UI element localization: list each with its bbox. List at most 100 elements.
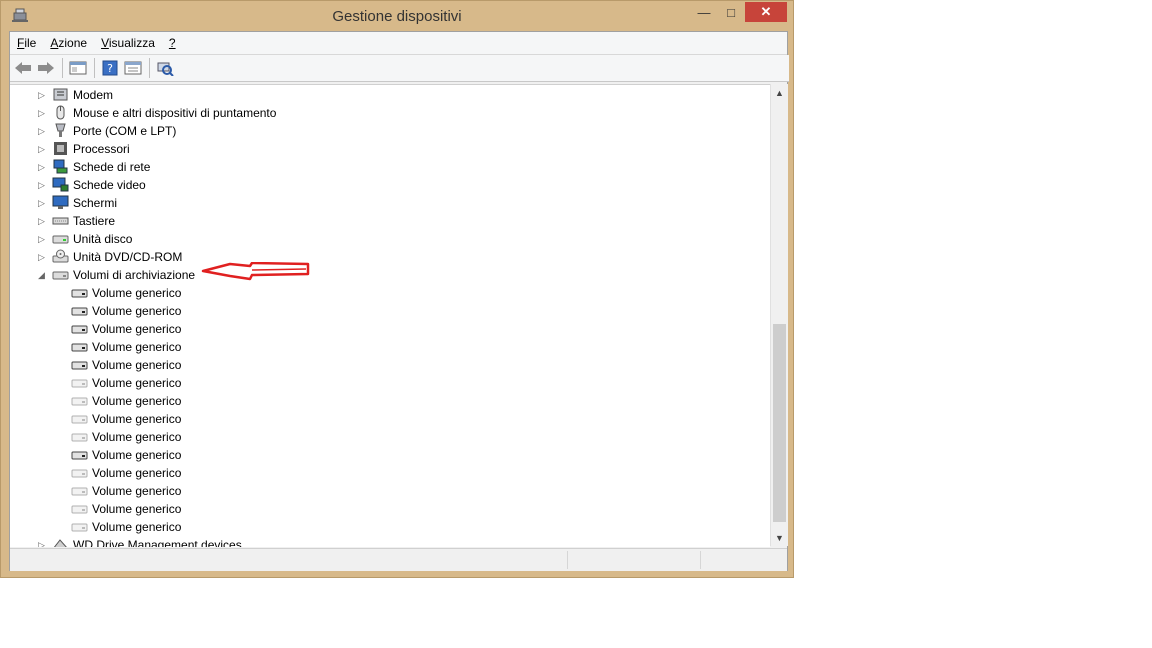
tree-item-label: Volume generico [92, 304, 182, 318]
client-area: File Azione Visualizza ? ? ▷ Modem ▷ Mou… [9, 31, 789, 571]
maximize-button[interactable]: □ [718, 2, 744, 22]
storage-volume-icon [71, 303, 88, 318]
back-button[interactable] [12, 57, 34, 79]
tree-item-label: Volume generico [92, 340, 182, 354]
tree-category-porte-com-e-lpt[interactable]: ▷ Porte (COM e LPT) [10, 122, 770, 140]
storage-volume-icon [71, 357, 88, 372]
tree-item-volume[interactable]: Volume generico [10, 302, 770, 320]
storage-volume-icon [71, 429, 88, 444]
storage-volume-icon [71, 285, 88, 300]
expand-arrow-icon[interactable]: ▷ [38, 198, 46, 208]
title-bar[interactable]: Gestione dispositivi — □ ✕ [1, 1, 793, 31]
window-title: Gestione dispositivi [332, 8, 462, 25]
tree-item-volume[interactable]: Volume generico [10, 518, 770, 536]
menu-visualizza[interactable]: Visualizza [94, 36, 162, 50]
expand-arrow-icon[interactable]: ▷ [38, 162, 46, 172]
tree-category-schermi[interactable]: ▷ Schermi [10, 194, 770, 212]
tree-category-volumi-di-archiviazione[interactable]: ◢ Volumi di archiviazione [10, 266, 770, 284]
status-pane [567, 551, 698, 569]
tree-category-processori[interactable]: ▷ Processori [10, 140, 770, 158]
tree-category-mouse-e-altri-dispositivi-di-puntamento[interactable]: ▷ Mouse e altri dispositivi di puntamento [10, 104, 770, 122]
tree-item-label: Volume generico [92, 466, 182, 480]
menu-bar: File Azione Visualizza ? [10, 32, 787, 55]
tree-item-volume[interactable]: Volume generico [10, 356, 770, 374]
expand-arrow-icon[interactable]: ▷ [38, 108, 46, 118]
tree-item-volume[interactable]: Volume generico [10, 500, 770, 518]
network-adapter-icon [52, 159, 69, 174]
tree-item-label: Unità disco [73, 232, 133, 246]
back-arrow-icon [15, 62, 31, 74]
tree-item-volume[interactable]: Volume generico [10, 374, 770, 392]
forward-button[interactable] [35, 57, 57, 79]
tree-item-label: Processori [73, 142, 130, 156]
tree-item-label: Schermi [73, 196, 118, 210]
properties-button[interactable] [122, 57, 144, 79]
expand-arrow-icon[interactable]: ▷ [38, 144, 46, 154]
vertical-scrollbar[interactable]: ▲ ▼ [770, 84, 788, 546]
menu-file[interactable]: File [10, 36, 43, 50]
tree-item-label: Volume generico [92, 286, 182, 300]
toolbar-separator [149, 58, 150, 78]
tree-item-volume[interactable]: Volume generico [10, 338, 770, 356]
minimize-icon: — [697, 4, 711, 20]
modem-icon [52, 87, 69, 102]
status-bar [10, 548, 787, 571]
expand-arrow-icon[interactable]: ▷ [38, 216, 46, 226]
collapse-arrow-icon[interactable]: ◢ [38, 270, 46, 280]
tree-item-label: Volume generico [92, 394, 182, 408]
expand-arrow-icon[interactable]: ▷ [38, 252, 46, 262]
tree-category-modem[interactable]: ▷ Modem [10, 86, 770, 104]
tree-item-label: Volume generico [92, 502, 182, 516]
tree-item-volume[interactable]: Volume generico [10, 446, 770, 464]
tree-category-tastiere[interactable]: ▷ Tastiere [10, 212, 770, 230]
storage-volume-icon [71, 321, 88, 336]
tree-item-label: Volume generico [92, 322, 182, 336]
show-hide-tree-button[interactable] [67, 57, 89, 79]
device-tree[interactable]: ▷ Modem ▷ Mouse e altri dispositivi di punt… [10, 84, 770, 547]
expand-arrow-icon[interactable]: ▷ [38, 90, 46, 100]
minimize-button[interactable]: — [691, 2, 717, 22]
disk-drive-icon [52, 231, 69, 246]
scan-hardware-button[interactable] [154, 57, 176, 79]
tree-item-volume[interactable]: Volume generico [10, 284, 770, 302]
scrollbar-thumb[interactable] [773, 324, 786, 522]
storage-volume-icon [71, 519, 88, 534]
tree-item-label: Volume generico [92, 358, 182, 372]
tree-item-label: Schede di rete [73, 160, 151, 174]
toolbar-separator [94, 58, 95, 78]
menu-azione[interactable]: Azione [43, 36, 94, 50]
tree-category-schede-video[interactable]: ▷ Schede video [10, 176, 770, 194]
expand-arrow-icon[interactable]: ▷ [38, 180, 46, 190]
help-button[interactable]: ? [99, 57, 121, 79]
status-pane [700, 551, 789, 569]
expand-arrow-icon[interactable]: ▷ [38, 540, 46, 547]
expand-arrow-icon[interactable]: ▷ [38, 126, 46, 136]
console-tree-icon [69, 61, 87, 75]
storage-volume-icon [71, 411, 88, 426]
scroll-down-button[interactable]: ▼ [771, 529, 788, 546]
svg-text:?: ? [107, 62, 113, 75]
tree-item-volume[interactable]: Volume generico [10, 410, 770, 428]
tree-item-volume[interactable]: Volume generico [10, 320, 770, 338]
display-adapter-icon [52, 177, 69, 192]
menu-help[interactable]: ? [162, 36, 183, 50]
tree-category-wd-drive-management-devices[interactable]: ▷ WD Drive Management devices [10, 536, 770, 547]
tree-item-volume[interactable]: Volume generico [10, 392, 770, 410]
scan-hardware-icon [157, 62, 174, 76]
storage-volume-icon [71, 501, 88, 516]
storage-volume-icon [71, 393, 88, 408]
tree-item-label: Volume generico [92, 448, 182, 462]
tree-item-volume[interactable]: Volume generico [10, 482, 770, 500]
wd-device-icon [52, 537, 69, 547]
scroll-up-button[interactable]: ▲ [771, 84, 788, 101]
expand-arrow-icon[interactable]: ▷ [38, 234, 46, 244]
tree-category-unita-dvd-cd-rom[interactable]: ▷ Unità DVD/CD-ROM [10, 248, 770, 266]
tree-category-unita-disco[interactable]: ▷ Unità disco [10, 230, 770, 248]
close-button[interactable]: ✕ [745, 2, 787, 22]
tree-item-volume[interactable]: Volume generico [10, 464, 770, 482]
tree-item-volume[interactable]: Volume generico [10, 428, 770, 446]
mouse-icon [52, 105, 69, 120]
tree-item-label: Volume generico [92, 430, 182, 444]
tree-category-schede-di-rete[interactable]: ▷ Schede di rete [10, 158, 770, 176]
processor-icon [52, 141, 69, 156]
